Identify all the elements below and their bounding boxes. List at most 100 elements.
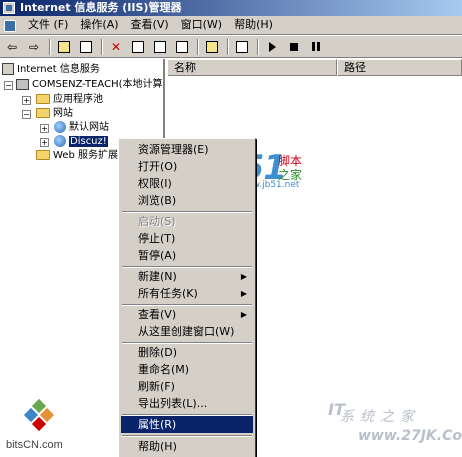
menu-item-permissions[interactable]: 权限(I) (121, 175, 253, 192)
menu-item-all-tasks[interactable]: 所有任务(K) ▶ (121, 285, 253, 302)
submenu-arrow-icon: ▶ (240, 272, 247, 281)
website-globe-icon (54, 135, 66, 147)
show-tree-icon[interactable] (76, 38, 96, 56)
menu-item-explore[interactable]: 资源管理器(E) (121, 141, 253, 158)
collapse-icon[interactable]: − (22, 110, 31, 119)
system-menu-icon[interactable] (2, 18, 18, 32)
menu-item-label: 资源管理器(E) (138, 143, 209, 156)
sys-name: 系统之家 (340, 409, 420, 425)
title-bar: Internet 信息服务 (IIS)管理器 (0, 0, 462, 16)
bitscn-watermark: bitsCN.com (2, 395, 112, 457)
website-globe-icon (54, 121, 66, 133)
27jk-watermark: IT 系统之家 www.27JK.Com (318, 392, 462, 457)
menu-window[interactable]: 窗口(W) (175, 16, 228, 34)
tree-item-computer[interactable]: COMSENZ-TEACH(本地计算 (16, 78, 163, 92)
up-folder-icon[interactable] (54, 38, 74, 56)
window-title: Internet 信息服务 (IIS)管理器 (20, 1, 182, 14)
collapse-icon[interactable]: − (4, 81, 13, 90)
menu-item-properties[interactable]: 属性(R) (121, 416, 253, 433)
menu-file[interactable]: 文件 (F) (22, 16, 74, 34)
tree-item-label: 网站 (53, 108, 73, 119)
menu-item-browse[interactable]: 浏览(B) (121, 192, 253, 209)
tree-item-root[interactable]: Internet 信息服务 (2, 63, 100, 77)
menu-item-refresh[interactable]: 刷新(F) (121, 378, 253, 395)
menu-item-label: 删除(D) (138, 346, 178, 359)
menu-item-label: 启动(S) (138, 215, 176, 228)
back-icon[interactable]: ⇦ (2, 38, 22, 56)
menu-item-label: 新建(N) (138, 270, 177, 283)
submenu-arrow-icon: ▶ (240, 310, 247, 319)
properties-icon[interactable] (128, 38, 148, 56)
list-header: 名称 路径 (167, 59, 462, 76)
tree-item-label: Internet 信息服务 (17, 64, 100, 75)
tree-item-app-pools[interactable]: 应用程序池 (36, 93, 103, 107)
menu-bar: 文件 (F) 操作(A) 查看(V) 窗口(W) 帮助(H) (0, 16, 462, 35)
menu-item-new[interactable]: 新建(N) ▶ (121, 268, 253, 285)
menu-item-label: 重命名(M) (138, 363, 190, 376)
toolbar-separator (197, 38, 199, 55)
stop-icon[interactable] (284, 38, 304, 56)
menu-item-label: 从这里创建窗口(W) (138, 325, 235, 338)
tree-item-websites[interactable]: 网站 (36, 107, 73, 121)
menu-item-label: 导出列表(L)... (138, 397, 208, 410)
forward-icon[interactable]: ⇨ (24, 38, 44, 56)
menu-item-export-list[interactable]: 导出列表(L)... (121, 395, 253, 412)
tree-item-discuz[interactable]: Discuz! (54, 135, 108, 149)
menu-action[interactable]: 操作(A) (74, 16, 124, 34)
menu-item-label: 权限(I) (138, 177, 172, 190)
computer-icon[interactable] (232, 38, 252, 56)
menu-item-label: 浏览(B) (138, 194, 177, 207)
tree-item-label: Discuz! (69, 136, 108, 147)
tree-item-default-site[interactable]: 默认网站 (54, 121, 109, 135)
tree-item-label: 默认网站 (69, 122, 109, 133)
menu-item-label: 查看(V) (138, 308, 177, 321)
toolbar-separator (257, 38, 259, 55)
help-icon[interactable] (202, 38, 222, 56)
refresh-icon[interactable] (150, 38, 170, 56)
toolbar: ⇦ ⇨ ✕ (0, 36, 462, 58)
menu-item-label: 打开(O) (138, 160, 178, 173)
folder-icon (36, 94, 50, 104)
bitscn-text: bitsCN.com (6, 439, 63, 451)
context-menu: 资源管理器(E) 打开(O) 权限(I) 浏览(B) 启动(S) 停止(T) 暂… (118, 138, 256, 457)
menu-item-label: 停止(T) (138, 232, 176, 245)
toolbar-separator (49, 38, 51, 55)
menu-item-label: 暂停(A) (138, 249, 177, 262)
menu-item-start: 启动(S) (121, 213, 253, 230)
menu-item-delete[interactable]: 删除(D) (121, 344, 253, 361)
menu-item-rename[interactable]: 重命名(M) (121, 361, 253, 378)
menu-view[interactable]: 查看(V) (125, 16, 175, 34)
toolbar-separator (227, 38, 229, 55)
toolbar-separator (101, 38, 103, 55)
menu-item-label: 刷新(F) (138, 380, 175, 393)
folder-icon (36, 150, 50, 160)
expand-icon[interactable]: + (40, 124, 49, 133)
expand-icon[interactable]: + (40, 138, 49, 147)
play-icon[interactable] (262, 38, 282, 56)
tree-item-label: Web 服务扩展 (53, 150, 118, 161)
column-header-path[interactable]: 路径 (337, 59, 462, 76)
menu-item-new-window[interactable]: 从这里创建窗口(W) (121, 323, 253, 340)
column-header-name[interactable]: 名称 (167, 59, 337, 76)
menu-item-label: 所有任务(K) (138, 287, 198, 300)
iis-root-icon (2, 63, 14, 75)
menu-item-label: 属性(R) (138, 418, 177, 431)
folder-icon (36, 108, 50, 118)
sys-url: www.27JK.Com (358, 428, 462, 444)
menu-item-help[interactable]: 帮助(H) (121, 438, 253, 455)
computer-icon (16, 78, 29, 90)
delete-icon[interactable]: ✕ (106, 38, 126, 56)
export-icon[interactable] (172, 38, 192, 56)
iis-app-icon (3, 2, 15, 14)
pause-icon[interactable] (306, 38, 326, 56)
tree-item-web-extensions[interactable]: Web 服务扩展 (36, 149, 118, 163)
menu-help[interactable]: 帮助(H) (228, 16, 279, 34)
menu-item-open[interactable]: 打开(O) (121, 158, 253, 175)
menu-item-pause[interactable]: 暂停(A) (121, 247, 253, 264)
submenu-arrow-icon: ▶ (240, 289, 247, 298)
menu-item-view[interactable]: 查看(V) ▶ (121, 306, 253, 323)
bitscn-logo-icon (22, 398, 56, 432)
tree-item-label: COMSENZ-TEACH(本地计算 (32, 79, 163, 90)
expand-icon[interactable]: + (22, 96, 31, 105)
menu-item-stop[interactable]: 停止(T) (121, 230, 253, 247)
